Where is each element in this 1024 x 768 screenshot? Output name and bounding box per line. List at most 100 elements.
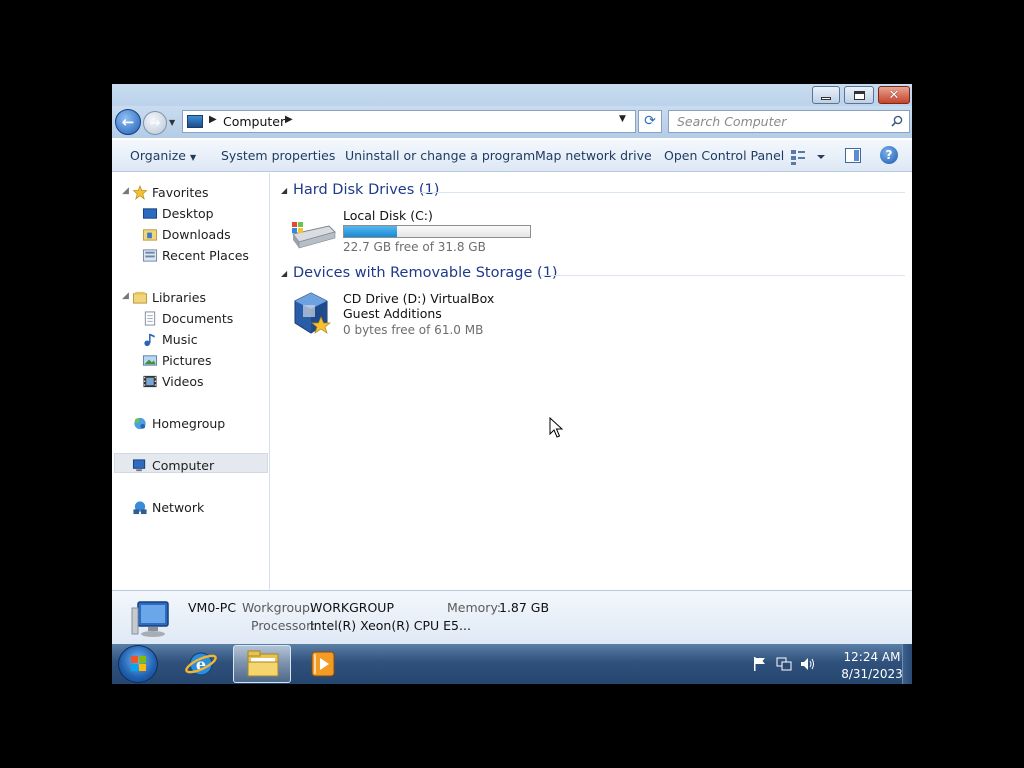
search-input[interactable]: Search Computer <box>668 110 910 133</box>
sidebar-item-label: Music <box>162 332 198 347</box>
sidebar-item-label: Computer <box>152 458 215 473</box>
taskbar-media-player[interactable] <box>294 645 352 683</box>
network-icon <box>133 501 147 515</box>
desktop-icon <box>142 208 158 219</box>
close-button[interactable]: ✕ <box>878 86 910 104</box>
sidebar-item-label: Recent Places <box>162 248 249 263</box>
documents-icon <box>144 311 156 326</box>
uninstall-program-button[interactable]: Uninstall or change a program <box>345 148 535 163</box>
music-icon <box>144 333 155 347</box>
drive-d-name[interactable]: CD Drive (D:) VirtualBox Guest Additions <box>343 291 523 321</box>
system-properties-button[interactable]: System properties <box>221 148 335 163</box>
clock-date[interactable]: 8/31/2023 <box>837 667 907 681</box>
help-button[interactable]: ? <box>880 146 898 164</box>
address-bar[interactable]: ▶ Computer ▶ ▼ <box>182 110 636 133</box>
taskbar-windows-explorer[interactable] <box>233 645 291 683</box>
breadcrumb-computer[interactable]: Computer <box>223 114 285 129</box>
minimize-icon <box>821 96 831 100</box>
refresh-icon: ⟳ <box>644 113 656 129</box>
mouse-cursor-icon <box>549 417 563 438</box>
windows-logo-icon <box>131 656 146 671</box>
drive-c-free-space: 22.7 GB free of 31.8 GB <box>343 240 486 254</box>
computer-name: VM0-PC <box>188 600 237 615</box>
back-button[interactable]: ← <box>115 109 141 135</box>
group-title: Devices with Removable Storage (1) <box>293 265 558 281</box>
sidebar-item-label: Homegroup <box>152 416 226 431</box>
sidebar-item-label: Pictures <box>162 353 212 368</box>
maximize-icon <box>853 90 865 100</box>
preview-pane-button[interactable] <box>845 148 861 163</box>
sidebar-item-label: Documents <box>162 311 234 326</box>
forward-arrow-icon: → <box>149 115 161 131</box>
virtualbox-cd-drive-icon[interactable] <box>289 291 333 337</box>
recent-pages-dropdown[interactable]: ▼ <box>169 118 179 128</box>
drive-d-free-space: 0 bytes free of 61.0 MB <box>343 323 484 337</box>
recent-places-icon <box>142 249 158 262</box>
group-divider <box>541 275 905 276</box>
chevron-down-icon: ▼ <box>189 153 197 162</box>
sidebar-item-label: Videos <box>162 374 204 389</box>
organize-button[interactable]: Organize ▼ <box>130 148 196 163</box>
libraries-icon <box>132 291 148 304</box>
computer-icon <box>187 115 203 128</box>
videos-icon <box>143 375 157 388</box>
volume-icon[interactable] <box>800 656 816 672</box>
collapse-arrow-icon[interactable]: ◢ <box>281 186 287 195</box>
downloads-folder-icon <box>142 229 158 241</box>
content-pane: ◢ Hard Disk Drives (1) Local Disk (C:) 2… <box>271 173 912 590</box>
drive-c-usage-bar <box>343 225 531 238</box>
details-pane: VM0-PC Workgroup: WORKGROUP Memory: 1.87… <box>112 590 912 644</box>
expand-arrow-icon[interactable]: ◢ <box>122 291 129 301</box>
expand-arrow-icon[interactable]: ◢ <box>122 186 129 196</box>
taskbar-internet-explorer[interactable]: e <box>172 645 230 683</box>
media-player-icon <box>311 651 335 677</box>
drive-c-name[interactable]: Local Disk (C:) <box>343 208 433 223</box>
group-title: Hard Disk Drives (1) <box>293 182 440 198</box>
workgroup-label: Workgroup: <box>242 600 315 615</box>
internet-explorer-icon: e <box>185 652 217 676</box>
breadcrumb-chevron-icon[interactable]: ▶ <box>209 114 217 125</box>
address-dropdown-icon[interactable]: ▼ <box>619 114 626 124</box>
sidebar-item-label: Desktop <box>162 206 214 221</box>
processor-value: Intel(R) Xeon(R) CPU E5... <box>310 618 471 633</box>
sidebar-item-label: Libraries <box>152 290 206 305</box>
clock-time[interactable]: 12:24 AM <box>837 650 907 664</box>
workgroup-value: WORKGROUP <box>310 600 394 615</box>
computer-icon <box>132 459 146 472</box>
folder-icon <box>247 650 279 677</box>
star-icon <box>132 185 148 200</box>
show-desktop-button[interactable] <box>902 644 912 684</box>
sidebar-item-label: Downloads <box>162 227 231 242</box>
minimize-button[interactable] <box>812 86 840 104</box>
pictures-icon <box>142 355 158 366</box>
search-icon[interactable] <box>891 115 903 127</box>
close-icon: ✕ <box>888 87 900 103</box>
navigation-bar: ← → ▼ ▶ Computer ▶ ▼ ⟳ Search Computer <box>112 106 912 138</box>
group-divider <box>421 192 905 193</box>
start-button[interactable] <box>118 645 158 683</box>
network-status-icon[interactable] <box>776 656 792 672</box>
notification-area: 12:24 AM 8/31/2023 <box>752 644 912 684</box>
action-center-flag-icon[interactable] <box>752 656 768 672</box>
open-control-panel-button[interactable]: Open Control Panel <box>664 148 784 163</box>
hard-disk-icon[interactable] <box>289 218 337 252</box>
map-network-drive-button[interactable]: Map network drive <box>535 148 652 163</box>
maximize-button[interactable] <box>844 86 874 104</box>
navigation-pane: ◢ Favorites Desktop Downloads Recent Pla… <box>112 173 270 590</box>
change-view-icon[interactable] <box>790 148 830 166</box>
breadcrumb-chevron-icon[interactable]: ▶ <box>285 114 293 125</box>
back-arrow-icon: ← <box>121 113 135 131</box>
drive-c-usage-fill <box>344 226 398 237</box>
forward-button[interactable]: → <box>143 111 167 135</box>
collapse-arrow-icon[interactable]: ◢ <box>281 269 287 278</box>
computer-monitor-icon <box>131 601 169 637</box>
memory-label: Memory: <box>447 600 502 615</box>
sidebar-item-label: Favorites <box>152 185 209 200</box>
processor-label: Processor: <box>251 618 316 633</box>
homegroup-icon <box>134 417 146 430</box>
organize-label: Organize <box>130 148 186 163</box>
search-placeholder: Search Computer <box>677 114 787 129</box>
taskbar: e 12:24 AM 8/31/2023 <box>112 644 912 684</box>
command-bar: Organize ▼ System properties Uninstall o… <box>112 140 912 172</box>
refresh-button[interactable]: ⟳ <box>638 110 662 133</box>
